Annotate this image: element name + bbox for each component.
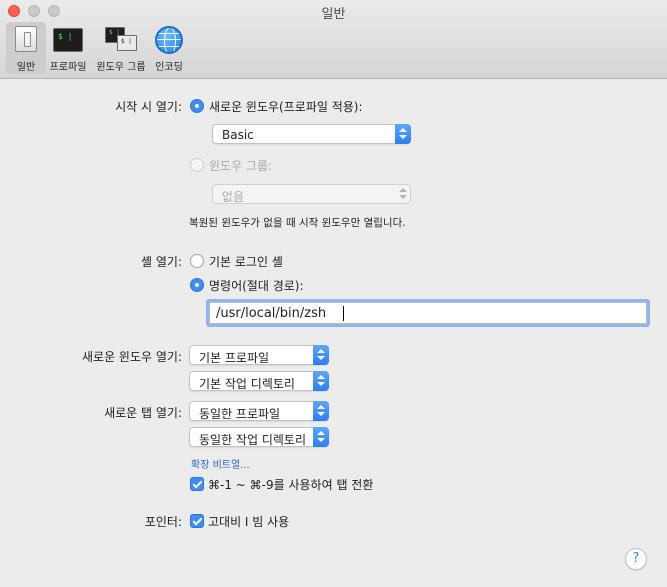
command-radio[interactable] bbox=[190, 278, 204, 292]
pointer-label: 포인터: bbox=[144, 515, 182, 529]
new-window-radio[interactable] bbox=[190, 99, 204, 113]
command-path-field[interactable]: /usr/local/bin/zsh bbox=[209, 302, 647, 324]
window-title: 일반 bbox=[321, 7, 346, 22]
tab-profiles[interactable]: $ | 프로파일 bbox=[47, 22, 89, 74]
switch-icon bbox=[15, 26, 37, 52]
new-tab-directory-value: 동일한 작업 디렉토리 bbox=[199, 433, 306, 447]
new-tab-profile-select[interactable]: 동일한 프로파일 bbox=[189, 401, 329, 421]
toolbar: 일반 일반 $ | 프로파일 $ | $ | 윈도우 그룹 인코딩 bbox=[0, 0, 667, 79]
popup-arrows-icon bbox=[313, 371, 329, 391]
new-window-profile-select[interactable]: 기본 프로파일 bbox=[189, 345, 329, 365]
new-window-profile-value: Basic bbox=[222, 128, 254, 142]
new-window-profile-popup[interactable]: Basic bbox=[212, 124, 411, 144]
high-contrast-beam-label: 고대비 I 빔 사용 bbox=[208, 515, 290, 529]
popup-arrows-icon bbox=[313, 345, 329, 365]
terminal-prompt-glyph: $ | bbox=[58, 32, 73, 41]
help-icon: ? bbox=[632, 551, 640, 566]
tab-encodings-label: 인코딩 bbox=[155, 62, 183, 73]
new-tab-directory-select[interactable]: 동일한 작업 디렉토리 bbox=[189, 427, 329, 447]
window-group-glyph-b: $ | bbox=[121, 38, 132, 45]
popup-arrows-icon bbox=[313, 427, 329, 447]
startup-note: 복원된 윈도우가 없을 때 시작 윈도우만 열립니다. bbox=[189, 217, 406, 229]
high-contrast-beam-checkbox[interactable] bbox=[190, 514, 204, 528]
window-group-value: 없음 bbox=[222, 190, 245, 204]
help-button[interactable]: ? bbox=[625, 548, 647, 570]
startup-label: 시작 시 열기: bbox=[115, 100, 182, 114]
command-option-label: 명령어(절대 경로): bbox=[209, 279, 304, 293]
new-window-label: 새로운 윈도우 열기: bbox=[82, 350, 182, 364]
globe-icon bbox=[155, 26, 183, 54]
tab-window-groups-label: 윈도우 그룹 bbox=[96, 62, 146, 73]
tab-profiles-label: 프로파일 bbox=[49, 62, 87, 73]
new-window-profile-select-value: 기본 프로파일 bbox=[199, 351, 270, 365]
new-tab-label: 새로운 탭 열기: bbox=[104, 406, 182, 420]
text-cursor bbox=[343, 306, 344, 321]
terminal-icon: $ | bbox=[53, 28, 83, 52]
tab-switch-checkbox[interactable] bbox=[190, 477, 204, 491]
window-group-popup[interactable]: 없음 bbox=[212, 184, 411, 204]
tab-general[interactable]: 일반 bbox=[6, 22, 46, 74]
new-window-option-label: 새로운 윈도우(프로파일 적용): bbox=[209, 100, 363, 114]
tab-encodings[interactable]: 인코딩 bbox=[151, 22, 187, 74]
new-window-directory-select[interactable]: 기본 작업 디렉토리 bbox=[189, 371, 329, 391]
window-group-option-label: 윈도우 그룹: bbox=[209, 159, 273, 173]
popup-arrows-icon bbox=[395, 184, 411, 204]
new-tab-profile-value: 동일한 프로파일 bbox=[199, 407, 281, 421]
extension-link[interactable]: 확장 비트열... bbox=[191, 456, 250, 471]
window-group-icon: $ | $ | bbox=[103, 26, 139, 54]
shell-label: 셸 열기: bbox=[141, 255, 182, 269]
popup-arrows-icon bbox=[313, 401, 329, 421]
command-path-value: /usr/local/bin/zsh bbox=[216, 306, 327, 321]
default-login-shell-radio[interactable] bbox=[190, 254, 204, 268]
window-group-radio[interactable] bbox=[190, 158, 204, 172]
tab-switch-label: ⌘-1 ~ ⌘-9를 사용하여 탭 전환 bbox=[208, 478, 374, 492]
new-window-directory-value: 기본 작업 디렉토리 bbox=[199, 377, 295, 391]
tab-general-label: 일반 bbox=[16, 62, 36, 73]
default-login-shell-label: 기본 로그인 셸 bbox=[209, 255, 283, 269]
tab-window-groups[interactable]: $ | $ | 윈도우 그룹 bbox=[92, 22, 150, 74]
popup-arrows-icon bbox=[395, 124, 411, 144]
